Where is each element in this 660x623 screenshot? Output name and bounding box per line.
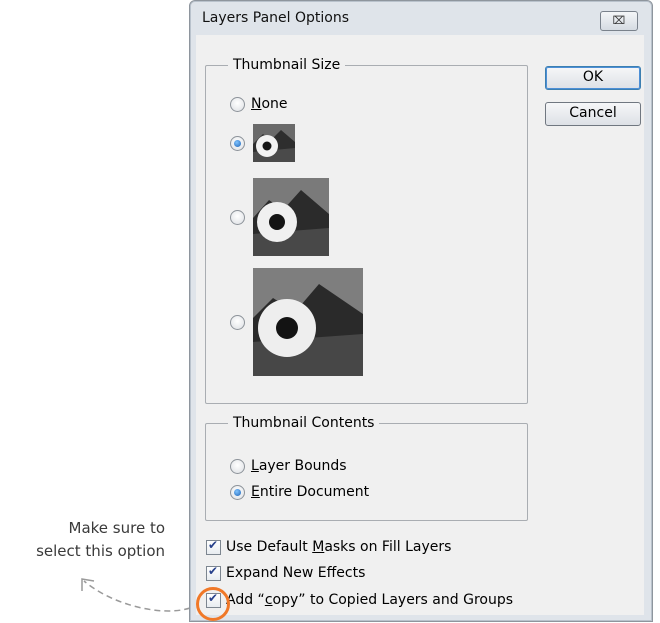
cancel-button[interactable]: Cancel [545,102,641,126]
thumbnail-none-radio[interactable] [230,96,245,112]
entire-document-label: Entire Document [251,484,370,500]
close-button[interactable]: ⌧ [600,11,638,31]
annotation-text: Make sure to select this option [0,517,165,563]
close-icon: ⌧ [612,14,626,27]
layer-bounds-radio[interactable] [230,458,245,474]
dialog-body: Thumbnail Size None Thumbnail Contents L… [196,35,644,621]
add-copy-checkbox[interactable] [196,586,230,621]
dialog-title: Layers Panel Options [202,10,350,26]
add-copy-option[interactable]: Add “copy” to Copied Layers and Groups [196,586,514,621]
layer-bounds-option[interactable]: Layer Bounds [230,458,347,474]
thumbnail-none-option[interactable]: None [230,96,288,112]
thumbnail-large-radio[interactable] [230,314,245,330]
annotation-line-2: select this option [36,542,165,560]
curved-arrow-icon [81,578,191,612]
thumbnail-small-radio[interactable] [230,135,245,151]
title-bar: Layers Panel Options ⌧ [190,1,652,35]
thumbnail-size-group: Thumbnail Size None [205,56,528,404]
entire-document-radio[interactable] [230,484,245,500]
sunflower-thumbnail-large-image [253,268,363,376]
default-masks-checkbox[interactable] [206,538,221,555]
entire-document-option[interactable]: Entire Document [230,484,369,500]
layer-bounds-label: Layer Bounds [251,458,347,474]
thumbnail-contents-legend: Thumbnail Contents [228,414,380,432]
thumbnail-medium-option[interactable] [230,178,329,256]
thumbnail-small-option[interactable] [230,124,295,162]
thumbnail-contents-group: Thumbnail Contents Layer Bounds Entire D… [205,414,528,521]
sunflower-thumbnail-small-image [253,124,295,162]
expand-effects-option[interactable]: Expand New Effects [206,564,366,581]
sunflower-thumbnail-medium-image [253,178,329,256]
thumbnail-size-legend: Thumbnail Size [228,56,346,74]
default-masks-option[interactable]: Use Default Masks on Fill Layers [206,538,452,555]
layers-panel-options-dialog: Layers Panel Options ⌧ Thumbnail Size No… [189,0,653,622]
expand-effects-label: Expand New Effects [226,565,366,581]
highlight-circle [196,586,230,621]
annotation-line-1: Make sure to [68,519,166,537]
ok-button[interactable]: OK [545,66,641,90]
thumbnail-medium-radio[interactable] [230,209,245,225]
default-masks-label: Use Default Masks on Fill Layers [226,539,452,555]
thumbnail-large-option[interactable] [230,268,363,376]
expand-effects-checkbox[interactable] [206,564,221,581]
add-copy-label: Add “copy” to Copied Layers and Groups [226,592,514,608]
thumbnail-none-label: None [251,96,288,112]
